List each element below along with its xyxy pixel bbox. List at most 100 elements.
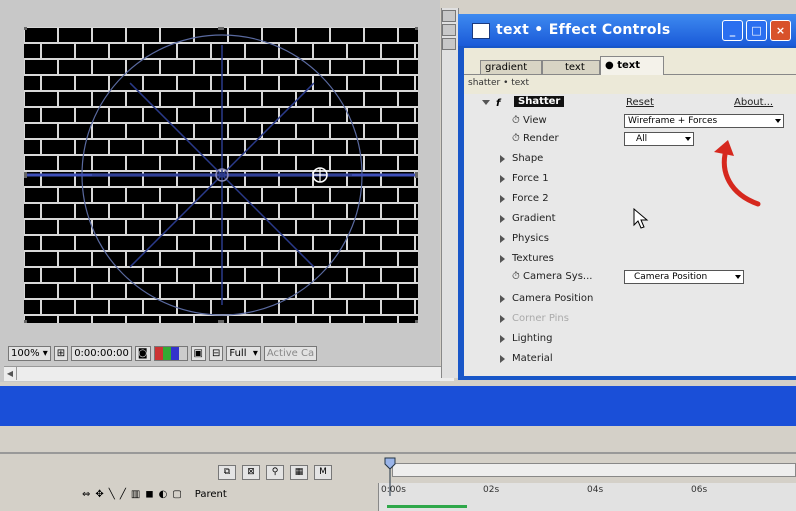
- twirl-right-icon[interactable]: [500, 175, 505, 183]
- quality-switch-icon[interactable]: ╲: [109, 489, 115, 500]
- 3d-switch-icon[interactable]: ▢: [172, 489, 181, 500]
- group-label: Material: [512, 353, 553, 364]
- effect-controls-app-icon: [472, 23, 490, 39]
- scroll-up-icon[interactable]: [442, 10, 456, 22]
- property-group[interactable]: Physics: [464, 230, 796, 249]
- timeline-divider: [0, 452, 796, 454]
- twirl-right-icon[interactable]: [500, 155, 505, 163]
- timecode-value: 0:00:00:00: [74, 347, 129, 359]
- current-time-display[interactable]: 0:00:00:00: [71, 345, 132, 361]
- frame-blend-switch-icon[interactable]: ▥: [131, 489, 140, 500]
- annotation-arrow-head: [714, 140, 734, 156]
- stopwatch-icon[interactable]: ⏱: [512, 271, 520, 282]
- property-group[interactable]: Camera Position: [464, 290, 796, 309]
- active-camera-dropdown[interactable]: Active Ca: [263, 345, 318, 361]
- scroll-left-icon[interactable]: ◀: [4, 367, 17, 380]
- collapse-switch-icon[interactable]: ✥: [95, 489, 103, 500]
- view-row: ⏱ View Wireframe + Forces: [464, 112, 796, 131]
- panel-menu-icon[interactable]: [442, 24, 456, 36]
- motion-blur-switch-icon[interactable]: ◼: [145, 489, 153, 500]
- viewer-horizontal-scrollbar[interactable]: ◀: [4, 366, 454, 381]
- chevron-down-icon: [775, 119, 781, 123]
- tab-text-1[interactable]: text: [542, 60, 600, 74]
- maximize-button[interactable]: □: [746, 20, 767, 41]
- render-dropdown[interactable]: All: [624, 132, 694, 146]
- viewer-toolbar: 100% ▾ ⊞ 0:00:00:00 ◙ ▣ ⊟ Full ▾ Active …: [8, 343, 458, 363]
- close-button[interactable]: ×: [770, 20, 791, 41]
- channel-icon[interactable]: [153, 345, 188, 361]
- property-group[interactable]: Lighting: [464, 330, 796, 349]
- minimize-button[interactable]: _: [722, 20, 743, 41]
- twirl-right-icon[interactable]: [500, 235, 505, 243]
- tab-gradient[interactable]: gradient: [480, 60, 542, 74]
- chevron-down-icon: [735, 275, 741, 279]
- twirl-right-icon[interactable]: [500, 215, 505, 223]
- stopwatch-icon[interactable]: ⏱: [512, 115, 520, 126]
- resolution-dropdown[interactable]: Full ▾: [226, 345, 261, 361]
- camera-system-label-text: Camera Sys...: [523, 271, 593, 282]
- about-link[interactable]: About...: [734, 97, 773, 108]
- panel-menu-icon-2[interactable]: [442, 38, 456, 50]
- region-of-interest-icon[interactable]: ▣: [190, 345, 206, 361]
- tab-text-2-label: text: [617, 60, 641, 71]
- tab-text-2[interactable]: ● text: [600, 56, 664, 75]
- fx-switch[interactable]: f: [496, 98, 500, 109]
- stopwatch-icon[interactable]: ⏱: [512, 133, 520, 144]
- layer-handle: [24, 320, 27, 323]
- annotation-arrow-icon: [714, 140, 761, 207]
- render-label: ⏱ Render: [512, 133, 559, 144]
- twirl-right-icon[interactable]: [500, 355, 505, 363]
- property-group[interactable]: Material: [464, 350, 796, 369]
- effect-controls-titlebar[interactable]: text • Effect Controls _ □ ×: [458, 14, 796, 46]
- view-dropdown-value: Wireframe + Forces: [628, 116, 718, 126]
- work-area-bar[interactable]: [392, 463, 796, 477]
- magnification-dropdown[interactable]: 100% ▾: [8, 345, 51, 361]
- shy-switch-icon[interactable]: ⇔: [82, 489, 90, 500]
- frame-blending-icon[interactable]: ▦: [290, 464, 308, 480]
- parent-column-header: Parent: [194, 488, 227, 500]
- group-label: Physics: [512, 233, 549, 244]
- view-dropdown[interactable]: Wireframe + Forces: [624, 114, 784, 128]
- time-ruler[interactable]: 0:00s 02s 04s 06s: [378, 483, 796, 511]
- layer-switch-headers: ⇔ ✥ ╲ ╱ ▥ ◼ ◐ ▢ Parent: [82, 486, 227, 502]
- layer-handle: [415, 172, 418, 178]
- reset-link[interactable]: Reset: [626, 97, 654, 108]
- annotation-arrow-curve: [721, 147, 761, 207]
- effect-switch-icon[interactable]: ╱: [120, 489, 126, 500]
- panel-divider-scrollbar[interactable]: [441, 8, 459, 378]
- twirl-right-icon[interactable]: [500, 295, 505, 303]
- property-group[interactable]: Textures: [464, 250, 796, 269]
- breadcrumb: shatter • text: [468, 78, 529, 88]
- group-label: Corner Pins: [512, 313, 569, 324]
- layer-handle: [415, 320, 418, 323]
- composition-panel-band: [0, 386, 796, 426]
- twirl-right-icon[interactable]: [500, 335, 505, 343]
- composition-mini-flowchart-icon[interactable]: ⧉: [218, 464, 236, 480]
- twirl-right-icon[interactable]: [500, 195, 505, 203]
- layer-handle: [24, 27, 27, 30]
- transparency-grid-icon[interactable]: ⊟: [209, 345, 224, 361]
- hide-shy-layers-icon[interactable]: ⚲: [266, 464, 284, 480]
- twirl-down-icon[interactable]: [482, 100, 490, 105]
- camera-system-row: ⏱ Camera Sys... Camera Position: [464, 268, 796, 287]
- ruler-tick: 06s: [691, 485, 708, 495]
- group-label: Force 2: [512, 193, 549, 204]
- composition-viewer: 100% ▾ ⊞ 0:00:00:00 ◙ ▣ ⊟ Full ▾ Active …: [0, 0, 454, 382]
- draft-3d-icon[interactable]: ⊠: [242, 464, 260, 480]
- group-label: Shape: [512, 153, 544, 164]
- motion-blur-icon[interactable]: M: [314, 464, 332, 480]
- property-group-disabled: Corner Pins: [464, 310, 796, 329]
- composition-canvas[interactable]: [24, 27, 418, 323]
- render-dropdown-value: All: [636, 134, 648, 144]
- current-time-indicator-icon[interactable]: [384, 456, 396, 496]
- twirl-right-icon[interactable]: [500, 255, 505, 263]
- layer-handle: [415, 27, 418, 30]
- chevron-down-icon: [685, 137, 691, 141]
- render-bar: [387, 505, 467, 508]
- safe-zones-icon[interactable]: ⊞: [53, 345, 69, 361]
- camera-system-dropdown[interactable]: Camera Position: [624, 270, 744, 284]
- adjustment-switch-icon[interactable]: ◐: [159, 489, 168, 500]
- active-camera-value: Active Ca: [266, 347, 315, 359]
- effect-name[interactable]: Shatter: [514, 96, 565, 107]
- snapshot-icon[interactable]: ◙: [134, 345, 151, 361]
